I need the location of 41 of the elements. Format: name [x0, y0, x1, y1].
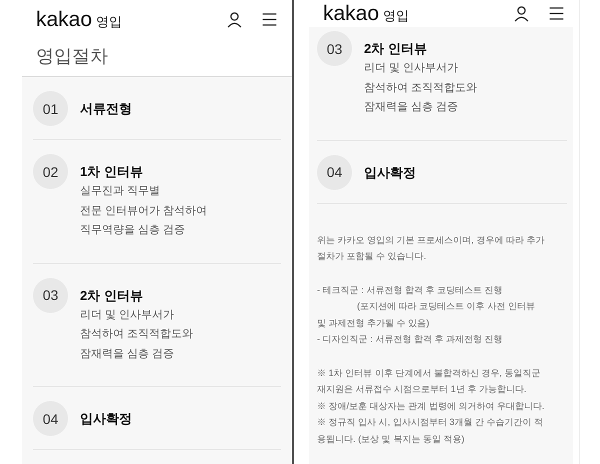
note-text: ※ 1차 인터뷰 이후 단계에서 불합격하신 경우, 동일직군	[317, 366, 541, 380]
note-text: ※ 정규직 입사 시, 입사시점부터 3개월 간 수습기간이 적	[317, 416, 544, 429]
step-description: 잠재력을 심층 검증	[80, 346, 176, 362]
step-description: 참석하여 조직적합도와	[364, 80, 478, 96]
step-description: 잠재력을 심층 검증	[364, 100, 460, 115]
step-title: 2차 인터뷰	[80, 286, 144, 304]
note-text: 용됩니다. (보상 및 복지는 동일 적용)	[317, 432, 464, 446]
note-text: 위는 카카오 영입의 기본 프로세스이며, 경우에 따라 추가	[317, 234, 544, 246]
step-title: 1차 인터뷰	[80, 163, 144, 180]
note-text: - 테크직군 : 서류전형 합격 후 코딩테스트 진행	[317, 284, 502, 296]
step-description: 리더 및 인사부서가	[80, 308, 176, 322]
note-text: ※ 장애/보훈 대상자는 관계 법령에 의거하여 우대합니다.	[317, 400, 544, 412]
brand-subtitle: 영입	[383, 6, 410, 24]
note-text: 재지원은 서류접수 시점으로부터 1년 후 가능합니다.	[317, 383, 526, 396]
step-title: 입사확정	[80, 410, 132, 427]
step-number: 03	[33, 278, 68, 312]
step-description: 실무진과 직무별	[80, 184, 162, 199]
step-title: 2차 인터뷰	[364, 40, 428, 57]
step-description: 전문 인터뷰어가 참석하여	[80, 204, 208, 218]
step-title: 입사확정	[364, 164, 416, 180]
note-text: 절차가 포함될 수 있습니다.	[317, 250, 426, 263]
menu-icon[interactable]	[261, 11, 278, 28]
step-number: 02	[33, 154, 68, 189]
step-number: 01	[33, 91, 68, 126]
step-description: 리더 및 인사부서가	[364, 61, 460, 76]
step-number: 03	[317, 31, 352, 66]
user-icon[interactable]	[513, 5, 530, 22]
step-number: 04	[33, 401, 68, 436]
brand-logo[interactable]: kakao	[36, 8, 92, 32]
user-icon[interactable]	[226, 11, 243, 28]
step-title: 서류전형	[80, 100, 132, 117]
brand-logo[interactable]: kakao	[323, 2, 380, 26]
brand-subtitle: 영입	[96, 12, 122, 31]
step-number: 04	[317, 154, 352, 190]
menu-icon[interactable]	[548, 5, 565, 22]
page-title: 영입절차	[36, 44, 108, 68]
step-description: 참석하여 조직적합도와	[80, 327, 194, 342]
note-text: (포지션에 따라 코딩테스트 이후 사전 인터뷰	[356, 300, 535, 313]
step-description: 직무역량을 심층 검증	[80, 223, 186, 238]
note-text: 및 과제전형 추가될 수 있음)	[317, 316, 430, 330]
note-text: - 디자인직군 : 서류전형 합격 후 과제전형 진행	[317, 333, 502, 346]
